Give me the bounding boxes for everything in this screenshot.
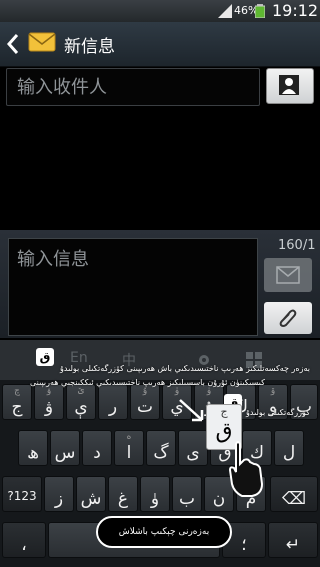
status-clock: 19:12 [272, 1, 319, 20]
message-field-wrapper [8, 238, 258, 336]
key[interactable]: چج [2, 384, 32, 420]
send-icon [276, 266, 300, 284]
recipient-field-wrapper [6, 68, 260, 106]
add-contact-button[interactable] [266, 68, 314, 104]
signal-icon [218, 4, 232, 18]
key[interactable]: س [50, 430, 80, 466]
key[interactable]: ۈ [140, 476, 170, 512]
keyboard-toolbar: ق En 中 [0, 340, 320, 380]
key[interactable]: ز [44, 476, 74, 512]
battery-icon [255, 4, 265, 18]
key[interactable]: گ [146, 430, 176, 466]
recipient-input[interactable] [7, 69, 259, 105]
envelope-icon [28, 32, 56, 52]
key[interactable]: ر [98, 384, 128, 420]
arrow-icon [179, 399, 204, 422]
hand-cursor-icon [228, 441, 264, 497]
key[interactable]: ۋۋ [34, 384, 64, 420]
key[interactable]: ێې [66, 384, 96, 420]
attach-button[interactable] [264, 302, 312, 334]
key[interactable]: ۇت [130, 384, 160, 420]
char-counter: 160/1 [278, 238, 316, 253]
symbols-key[interactable]: ?123 [2, 476, 42, 512]
back-icon[interactable] [6, 32, 20, 56]
comma-key[interactable]: ، [2, 522, 46, 558]
key[interactable]: ى [178, 430, 208, 466]
start-tip-bubble: بەزەرنى چېكىپ باشلاش [96, 516, 232, 548]
contact-icon [279, 75, 299, 95]
attach-icon [279, 309, 297, 327]
compose-area: 160/1 [0, 230, 320, 338]
app-logo-icon: ق [36, 348, 54, 366]
action-bar: 新信息 [0, 22, 320, 67]
key[interactable]: ل [274, 430, 304, 466]
key[interactable]: ش [76, 476, 106, 512]
key[interactable]: ب [172, 476, 202, 512]
hint-line-3: كۆزرگەتكىلى بولىدۇ [246, 408, 310, 417]
key[interactable]: غ [108, 476, 138, 512]
hint-line-1: بەزەر چەكسەتلىكىز ھەرىپ ناختىسىدىكىي باش… [60, 364, 310, 373]
backspace-key[interactable]: ⌫ [270, 476, 318, 512]
page-title: 新信息 [64, 37, 115, 57]
send-button[interactable] [264, 258, 312, 292]
hint-line-2: كىسىكىنۈن ئۇرۇن باسسىلىكىز ھەرىپ ناختىسى… [30, 378, 265, 387]
enter-key[interactable]: ↵ [268, 522, 318, 558]
message-input[interactable] [9, 239, 257, 335]
key[interactable]: ەا [114, 430, 144, 466]
key[interactable]: ھ [18, 430, 48, 466]
key[interactable]: د [82, 430, 112, 466]
status-bar: 46% 19:12 [0, 0, 320, 22]
